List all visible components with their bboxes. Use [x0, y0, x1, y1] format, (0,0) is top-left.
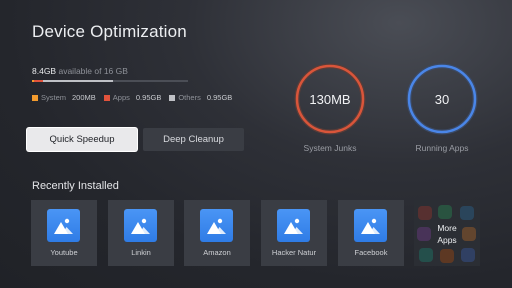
legend-apps-label: Apps [112, 93, 130, 102]
app-label: Amazon [203, 248, 231, 257]
running-apps-label: Running Apps [415, 143, 469, 153]
legend-others: Others 0.95GB [169, 93, 232, 102]
storage-available: available of 16 GB [56, 66, 128, 76]
system-junks-gauge[interactable]: 130MB [293, 62, 367, 136]
legend-others-value: 0.95GB [206, 93, 233, 102]
deep-cleanup-button[interactable]: Deep Cleanup [143, 128, 244, 151]
more-apps-line1: More [437, 223, 457, 233]
more-apps-line2: Apps [437, 235, 457, 245]
app-tile-facebook[interactable]: Facebook [338, 200, 404, 266]
app-label: Facebook [354, 248, 388, 257]
storage-used: 8.4GB [32, 66, 57, 76]
legend-apps-swatch [103, 94, 110, 101]
storage-summary: 8.4GB available of 16 GB [32, 66, 128, 76]
recently-installed-heading: Recently Installed [32, 180, 119, 192]
image-icon [277, 209, 310, 242]
running-apps-value: 30 [434, 91, 450, 107]
storage-bar [32, 80, 188, 82]
storage-legend: System 200MB Apps 0.95GB Others 0.95GB [32, 93, 232, 102]
app-tile-linkin[interactable]: Linkin [108, 200, 174, 266]
legend-apps-value: 0.95GB [135, 93, 162, 102]
image-icon [354, 209, 387, 242]
image-icon [200, 209, 233, 242]
app-tile-hacker-natur[interactable]: Hacker Natur [261, 200, 327, 266]
app-tile-youtube[interactable]: Youtube [31, 200, 97, 266]
page-title: Device Optimization [32, 22, 187, 41]
system-junks-label: System Junks [303, 143, 357, 153]
app-tile-amazon[interactable]: Amazon [184, 200, 250, 266]
app-label: Linkin [131, 248, 151, 257]
app-label: Youtube [50, 248, 78, 257]
legend-system-label: System [41, 93, 67, 102]
app-label: Hacker Natur [271, 248, 317, 257]
image-icon [124, 209, 157, 242]
quick-speedup-button[interactable]: Quick Speedup [27, 128, 137, 151]
legend-system: System 200MB [32, 93, 96, 102]
legend-system-swatch [32, 94, 38, 101]
legend-others-swatch [169, 94, 176, 101]
running-apps-gauge[interactable]: 30 [405, 62, 479, 136]
image-icon [47, 209, 80, 242]
more-apps-tile[interactable]: More Apps [414, 200, 480, 266]
storage-bar-others [43, 80, 114, 82]
legend-others-label: Others [178, 93, 201, 102]
storage-bar-apps [33, 80, 44, 82]
more-apps-label: More Apps [414, 222, 480, 246]
legend-system-value: 200MB [72, 93, 96, 102]
legend-apps: Apps 0.95GB [103, 93, 162, 102]
system-junks-value: 130MB [309, 91, 351, 107]
